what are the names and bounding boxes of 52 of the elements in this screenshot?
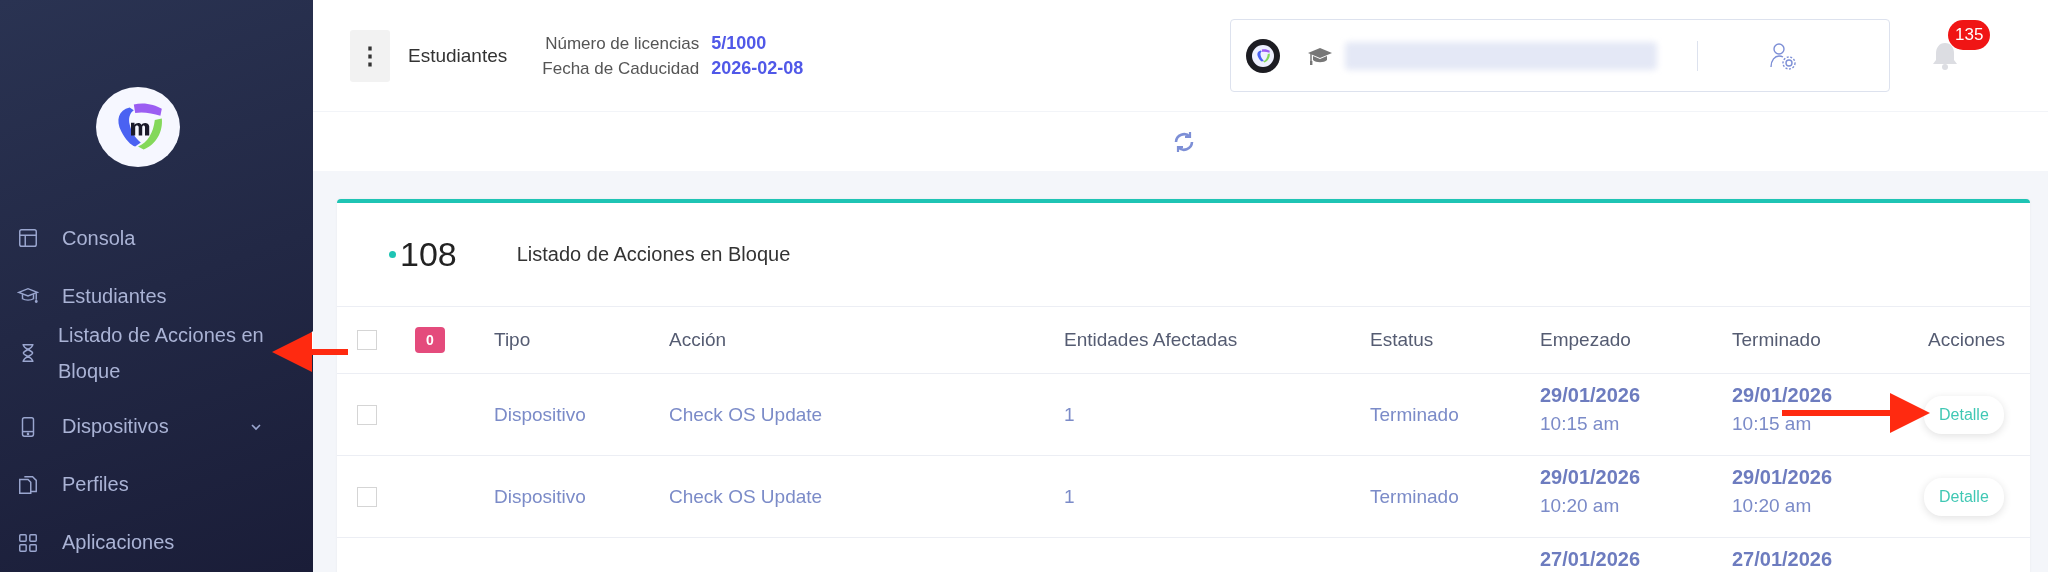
notification-count: 135 [1948,19,1991,50]
sidebar-item[interactable]: Perfiles [0,455,313,514]
time-text: 10:20 am [1540,495,1620,517]
sidebar-item[interactable]: Consola [0,209,313,268]
info-value: 2026-02-08 [711,57,805,79]
table-cell: Dispositivo [494,485,586,508]
column-header: Terminado [1732,329,1821,351]
time-text: 10:20 am [1732,495,1812,517]
column-header: Estatus [1370,329,1434,351]
info-label: Número de licencias [545,33,700,54]
date-text: 29/01/2026 [1732,466,1833,489]
menu-button[interactable]: ⋮ [350,29,390,82]
grid-icon [17,531,39,554]
table-cell: 1 [1064,485,1075,508]
user-settings-icon [1769,40,1797,71]
table-cell: Dispositivo [494,403,586,426]
section-title: Estudiantes [408,44,508,67]
column-header: Empezado [1540,329,1631,351]
sidebar-item[interactable]: Dispositivos [0,397,313,456]
checkbox[interactable] [357,330,377,350]
graduation-cap-icon [1307,45,1333,66]
logo-icon [1246,38,1280,73]
layout-icon [17,227,39,250]
column-header: Acción [669,329,727,351]
table-cell: Check OS Update [669,403,823,426]
date-text: 29/01/2026 [1540,384,1641,407]
table-cell: 1 [1064,403,1075,426]
table-cell: Terminado [1370,485,1459,508]
date-text: 29/01/2026 [1732,384,1833,407]
column-header: Acciones [1928,329,2006,351]
table-cell: Check OS Update [669,485,823,508]
record-count: 108 [400,235,457,274]
time-text: 10:15 am [1540,413,1620,435]
time-text: 10:15 am [1732,413,1812,435]
date-text: 27/01/2026 [1540,548,1641,571]
date-text: 27/01/2026 [1732,548,1833,571]
card-title: Listado de Acciones en Bloque [516,243,791,266]
checkbox[interactable] [357,486,377,507]
column-header: Entidades Afectadas [1064,329,1238,351]
date-text: 29/01/2026 [1540,466,1641,489]
documents-icon [17,473,39,496]
selected-count: 0 [415,327,445,353]
refresh-icon[interactable] [1172,129,1196,154]
info-label: Fecha de Caducidad [542,58,700,79]
sidebar-item[interactable]: Estudiantes [0,267,313,326]
checkbox[interactable] [357,404,377,425]
column-header: Tipo [494,329,531,351]
table-cell: Terminado [1370,403,1459,426]
sidebar-item[interactable]: Aplicaciones [0,513,313,572]
status-dot [389,251,396,258]
info-value: 5/1000 [711,32,768,54]
organization-selector[interactable] [1230,19,1890,92]
